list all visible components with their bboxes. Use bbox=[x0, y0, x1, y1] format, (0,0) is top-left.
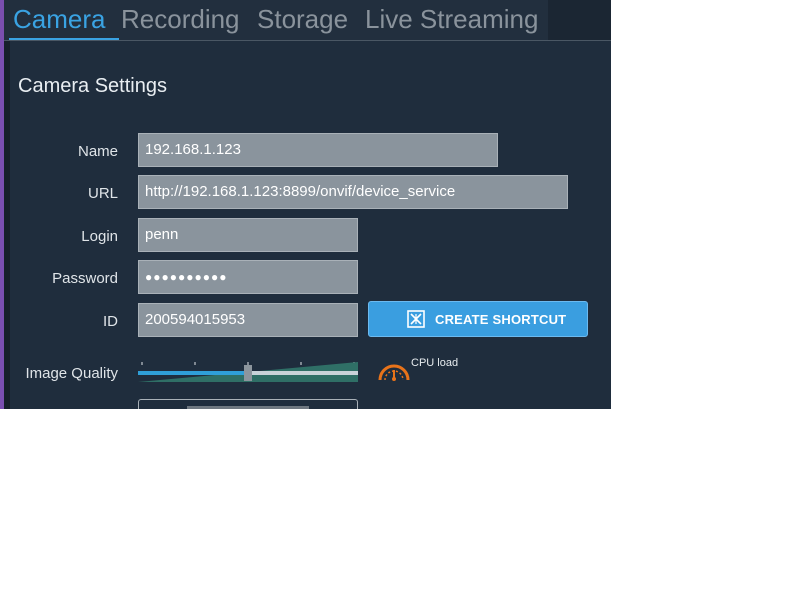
create-shortcut-label: CREATE SHORTCUT bbox=[435, 312, 567, 327]
slider-fill bbox=[138, 371, 248, 375]
partially-visible-control[interactable] bbox=[138, 399, 358, 409]
cpu-load-label: CPU load bbox=[411, 357, 459, 369]
id-label: ID bbox=[103, 313, 118, 330]
shortcut-icon bbox=[407, 310, 425, 328]
tab-recording[interactable]: Recording bbox=[121, 2, 240, 38]
login-field[interactable]: penn bbox=[138, 218, 358, 252]
password-field[interactable]: ●●●●●●●●●● bbox=[138, 260, 358, 294]
gauge-icon bbox=[378, 364, 410, 381]
tab-live-streaming[interactable]: Live Streaming bbox=[365, 2, 538, 38]
url-field[interactable]: http://192.168.1.123:8899/onvif/device_s… bbox=[138, 175, 568, 209]
url-label: URL bbox=[87, 185, 118, 202]
name-field[interactable]: 192.168.1.123 bbox=[138, 133, 498, 167]
tab-camera[interactable]: Camera bbox=[13, 2, 105, 38]
password-label: Password bbox=[52, 270, 118, 287]
create-shortcut-button[interactable]: CREATE SHORTCUT bbox=[368, 301, 588, 337]
tab-divider bbox=[4, 40, 611, 41]
name-label: Name bbox=[77, 143, 118, 160]
panel-edge bbox=[4, 41, 10, 409]
tab-bar: Camera Recording Storage Live Streaming bbox=[4, 0, 611, 41]
section-title: Camera Settings bbox=[18, 75, 167, 97]
slider-thumb[interactable] bbox=[244, 365, 252, 381]
slider-ticks bbox=[141, 362, 355, 365]
tab-storage[interactable]: Storage bbox=[257, 2, 348, 38]
camera-settings-window: Camera Recording Storage Live Streaming … bbox=[0, 0, 611, 409]
partially-visible-bar bbox=[187, 406, 309, 409]
id-field[interactable]: 200594015953 bbox=[138, 303, 358, 337]
image-quality-label: Image Quality bbox=[25, 365, 118, 382]
image-quality-slider[interactable] bbox=[138, 362, 358, 384]
login-label: Login bbox=[81, 228, 118, 245]
